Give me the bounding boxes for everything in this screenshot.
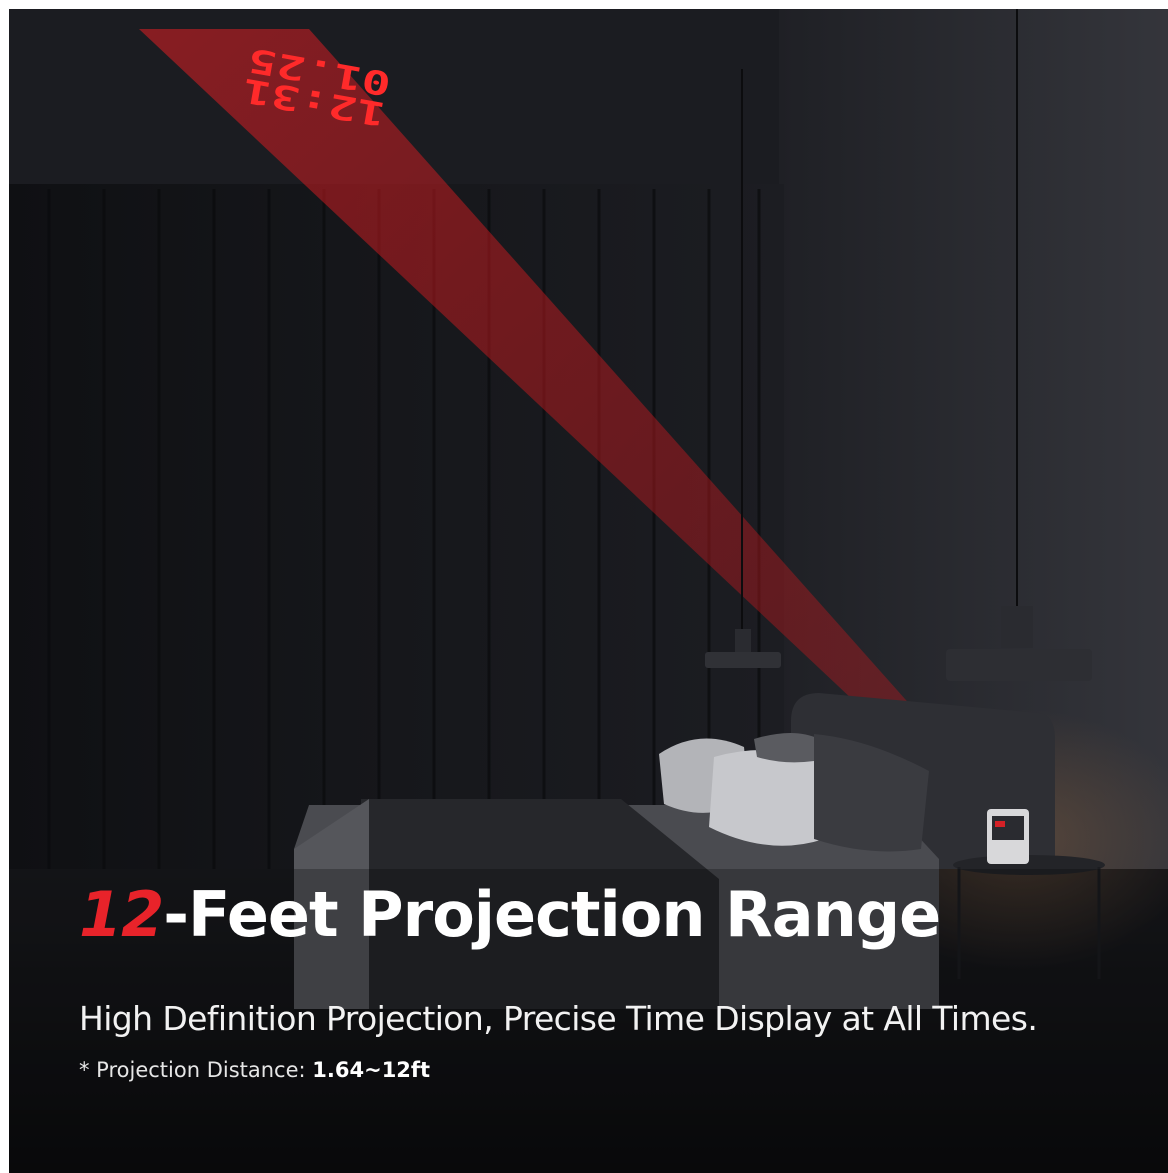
note-label: * Projection Distance: [79, 1058, 313, 1082]
product-image: 12:31 01.25 12-Feet Projection Range Hig… [9, 9, 1168, 1173]
subheadline: High Definition Projection, Precise Time… [79, 999, 1038, 1038]
headline-text: -Feet Projection Range [163, 878, 941, 951]
note-value: 1.64~12ft [312, 1058, 431, 1082]
headline: 12-Feet Projection Range [79, 878, 941, 951]
headline-number: 12 [79, 878, 164, 951]
projection-distance-note: * Projection Distance: 1.64~12ft [79, 1058, 431, 1082]
projection-clock-device [987, 809, 1029, 864]
